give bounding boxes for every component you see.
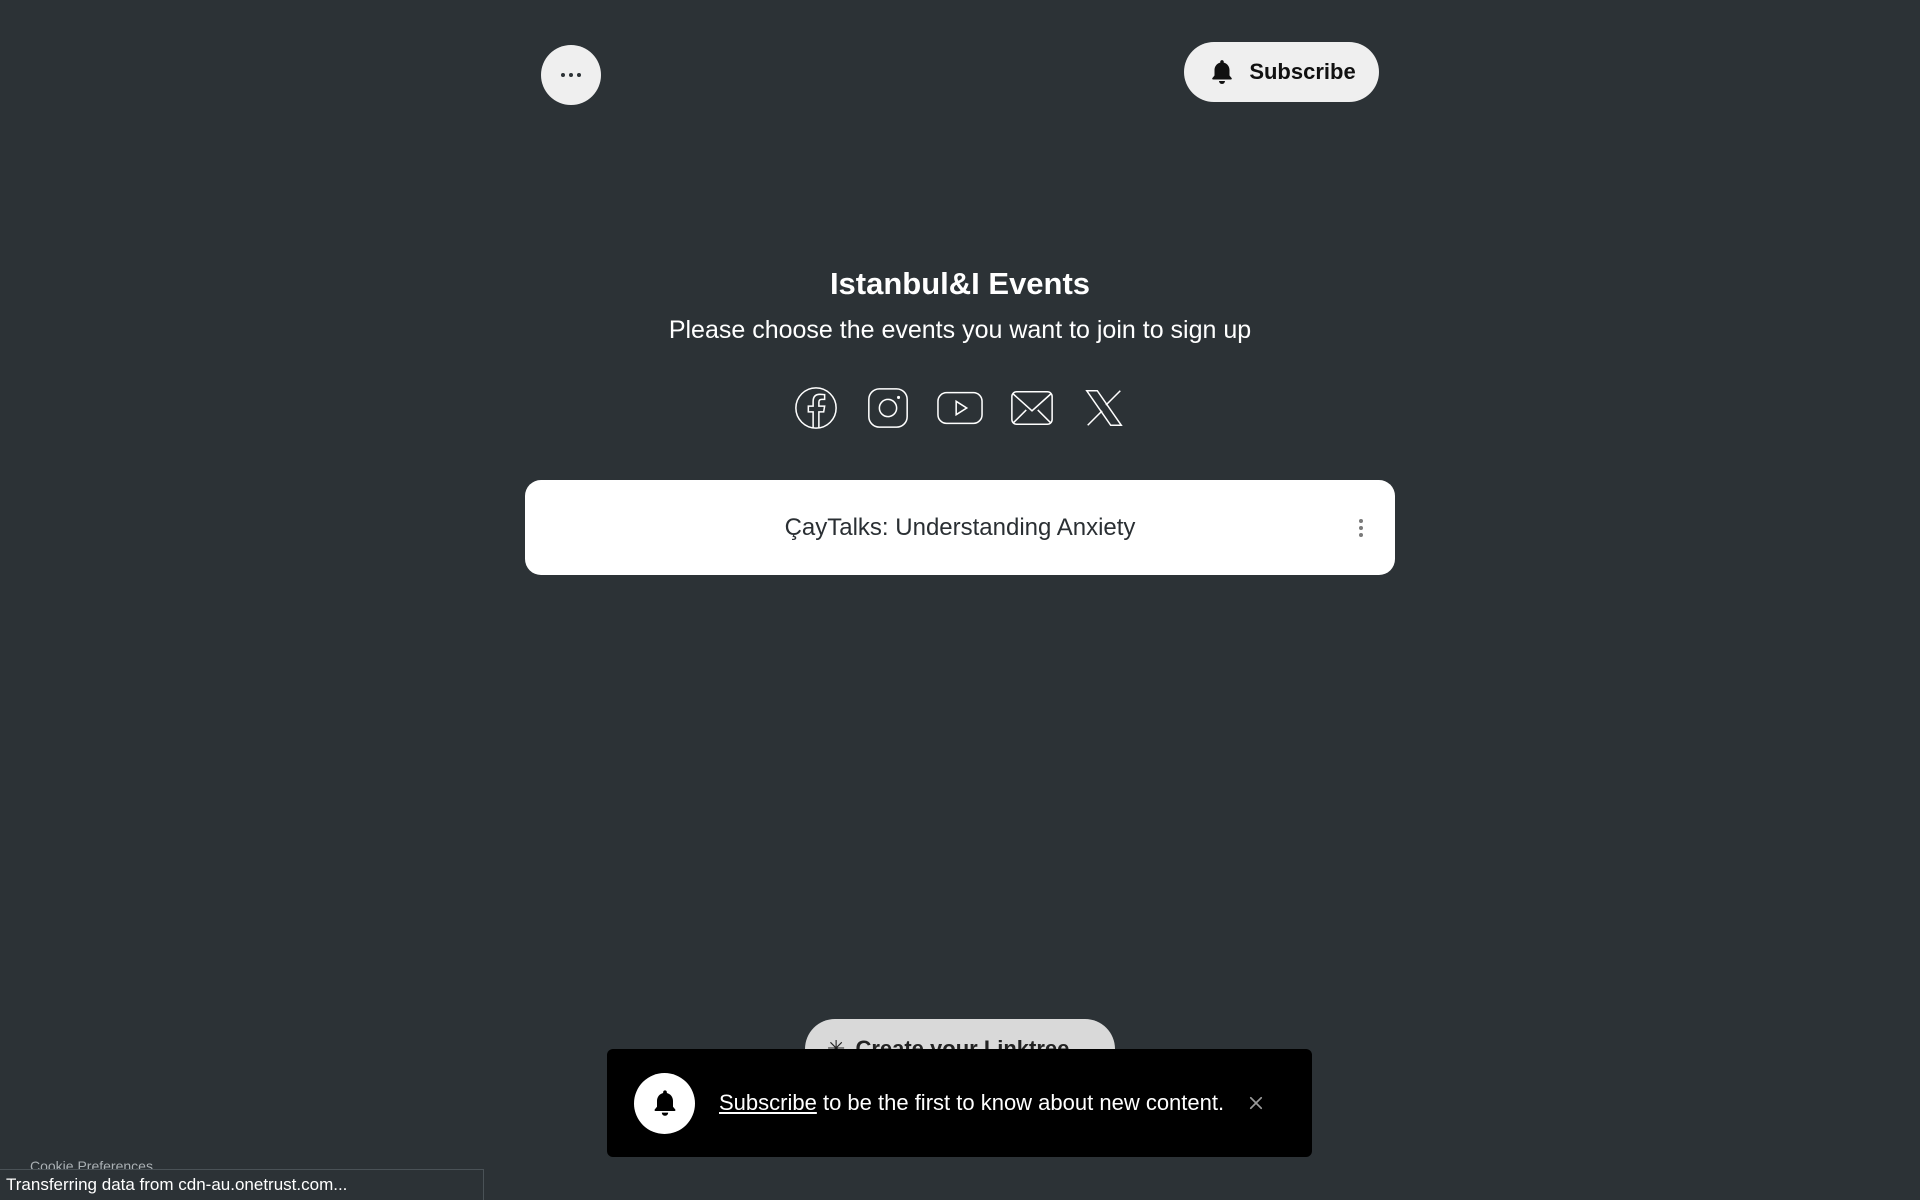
x-icon[interactable] [1081,384,1128,431]
kebab-menu-icon[interactable] [1353,513,1369,543]
close-icon[interactable] [1244,1091,1268,1115]
subscribe-button-label: Subscribe [1249,59,1356,84]
subscribe-toast: Subscribe to be the first to know about … [607,1049,1312,1157]
social-links [0,384,1920,431]
page-subtitle: Please choose the events you want to joi… [668,316,1252,344]
facebook-icon[interactable] [793,384,840,431]
browser-status-bar: Transferring data from cdn-au.onetrust.c… [0,1169,484,1200]
more-options-button[interactable] [541,45,601,105]
subscribe-button[interactable]: Subscribe [1184,42,1379,102]
toast-subscribe-link[interactable]: Subscribe [719,1090,817,1115]
email-icon[interactable] [1009,384,1056,431]
instagram-icon[interactable] [865,384,912,431]
page-title: Istanbul&I Events [829,266,1091,301]
toast-message: Subscribe to be the first to know about … [719,1090,1224,1116]
ellipsis-icon [561,73,581,77]
link-card-caytalks[interactable]: ÇayTalks: Understanding Anxiety [525,480,1395,575]
bell-icon [634,1072,695,1134]
bell-icon [1212,60,1233,84]
toast-message-text: to be the first to know about new conten… [816,1090,1225,1115]
youtube-icon[interactable] [937,384,984,431]
link-card-label: ÇayTalks: Understanding Anxiety [784,513,1136,541]
